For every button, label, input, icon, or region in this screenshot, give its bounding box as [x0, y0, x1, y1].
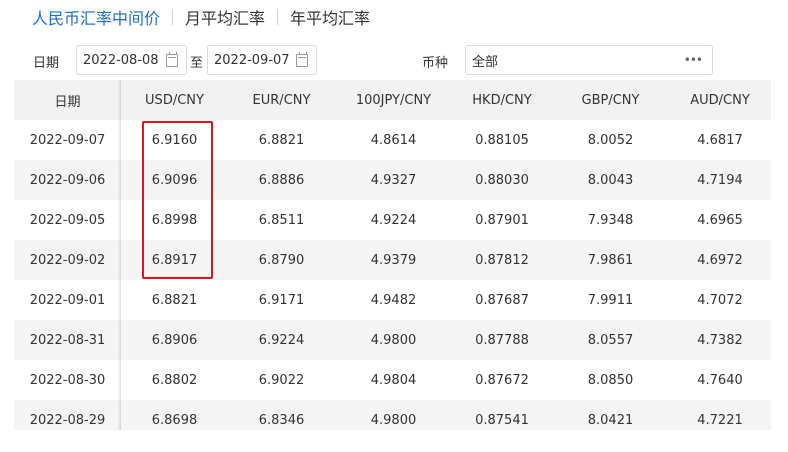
cell-usd: 6.8917 — [121, 240, 228, 280]
currency-label: 币种 — [422, 56, 449, 71]
header-hkd: HKD/CNY — [452, 80, 552, 120]
cell-hkd: 0.87812 — [452, 240, 552, 280]
tab-yearly-average[interactable]: 年平均汇率 — [290, 5, 370, 29]
cell-hkd: 0.87672 — [452, 360, 552, 400]
cell-jpy: 4.9327 — [335, 160, 452, 200]
table-header-row: 日期 USD/CNY EUR/CNY 100JPY/CNY HKD/CNY GB… — [14, 80, 771, 120]
cell-date: 2022-08-29 — [14, 400, 121, 430]
cell-usd: 6.8821 — [121, 280, 228, 320]
header-gbp: GBP/CNY — [552, 80, 669, 120]
cell-hkd: 0.87788 — [452, 320, 552, 360]
cell-gbp: 8.0421 — [552, 400, 669, 430]
cell-gbp: 7.9861 — [552, 240, 669, 280]
cell-usd: 6.8906 — [121, 320, 228, 360]
cell-gbp: 7.9348 — [552, 200, 669, 240]
cell-usd: 6.9096 — [121, 160, 228, 200]
end-date-input[interactable]: 2022-09-07 — [207, 45, 317, 75]
cell-jpy: 4.9224 — [335, 200, 452, 240]
filter-bar: 日期 2022-08-08 至 2022-09-07 币种 全部 ••• — [0, 44, 788, 76]
cell-usd: 6.9160 — [121, 120, 228, 160]
date-label: 日期 — [33, 56, 60, 71]
cell-eur: 6.9171 — [228, 280, 335, 320]
tab-central-parity[interactable]: 人民币汇率中间价 — [32, 5, 160, 29]
cell-eur: 6.8346 — [228, 400, 335, 430]
table-row: 2022-09-02 6.8917 6.8790 4.9379 0.87812 7.986… — [14, 240, 771, 280]
calendar-icon[interactable] — [166, 51, 178, 67]
cell-eur: 6.8511 — [228, 200, 335, 240]
header-aud: AUD/CNY — [669, 80, 771, 120]
start-date-input[interactable]: 2022-08-08 — [76, 45, 187, 75]
table-row: 2022-09-07 6.9160 6.8821 4.8614 0.88105 8.005… — [14, 120, 771, 160]
table-row: 2022-09-06 6.9096 6.8886 4.9327 0.88030 8.004… — [14, 160, 771, 200]
cell-hkd: 0.87541 — [452, 400, 552, 430]
cell-date: 2022-08-31 — [14, 320, 121, 360]
header-eur: EUR/CNY — [228, 80, 335, 120]
cell-eur: 6.8790 — [228, 240, 335, 280]
header-jpy: 100JPY/CNY — [335, 80, 452, 120]
rates-table-container[interactable]: 日期 USD/CNY EUR/CNY 100JPY/CNY HKD/CNY GB… — [14, 80, 771, 430]
cell-gbp: 7.9911 — [552, 280, 669, 320]
calendar-icon[interactable] — [296, 51, 308, 67]
cell-hkd: 0.87901 — [452, 200, 552, 240]
cell-aud: 4.7221 — [669, 400, 771, 430]
tab-monthly-average[interactable]: 月平均汇率 — [185, 5, 265, 29]
cell-gbp: 8.0850 — [552, 360, 669, 400]
to-label: 至 — [190, 56, 204, 71]
cell-hkd: 0.88030 — [452, 160, 552, 200]
cell-aud: 4.7382 — [669, 320, 771, 360]
cell-jpy: 4.9800 — [335, 400, 452, 430]
currency-select[interactable]: 全部 ••• — [465, 45, 713, 75]
table-row: 2022-08-31 6.8906 6.9224 4.9800 0.87788 8.055… — [14, 320, 771, 360]
cell-gbp: 8.0043 — [552, 160, 669, 200]
cell-date: 2022-09-07 — [14, 120, 121, 160]
header-usd: USD/CNY — [121, 80, 228, 120]
cell-gbp: 8.0052 — [552, 120, 669, 160]
more-dots-icon[interactable]: ••• — [684, 53, 703, 67]
cell-jpy: 4.9804 — [335, 360, 452, 400]
cell-jpy: 4.9379 — [335, 240, 452, 280]
table-row: 2022-09-05 6.8998 6.8511 4.9224 0.87901 7.934… — [14, 200, 771, 240]
cell-usd: 6.8802 — [121, 360, 228, 400]
cell-gbp: 8.0557 — [552, 320, 669, 360]
cell-aud: 4.6965 — [669, 200, 771, 240]
cell-date: 2022-09-05 — [14, 200, 121, 240]
cell-eur: 6.9224 — [228, 320, 335, 360]
cell-aud: 4.6817 — [669, 120, 771, 160]
cell-date: 2022-08-30 — [14, 360, 121, 400]
cell-date: 2022-09-02 — [14, 240, 121, 280]
cell-aud: 4.6972 — [669, 240, 771, 280]
start-date-value: 2022-08-08 — [83, 52, 159, 68]
cell-usd: 6.8698 — [121, 400, 228, 430]
cell-hkd: 0.88105 — [452, 120, 552, 160]
cell-aud: 4.7072 — [669, 280, 771, 320]
rate-type-tabs: 人民币汇率中间价 月平均汇率 年平均汇率 — [32, 0, 370, 34]
rates-table: 日期 USD/CNY EUR/CNY 100JPY/CNY HKD/CNY GB… — [14, 80, 771, 430]
tab-divider — [172, 9, 174, 25]
cell-jpy: 4.9482 — [335, 280, 452, 320]
table-row: 2022-08-29 6.8698 6.8346 4.9800 0.87541 8.042… — [14, 400, 771, 430]
table-row: 2022-09-01 6.8821 6.9171 4.9482 0.87687 7.991… — [14, 280, 771, 320]
table-row: 2022-08-30 6.8802 6.9022 4.9804 0.87672 8.085… — [14, 360, 771, 400]
cell-date: 2022-09-01 — [14, 280, 121, 320]
tab-divider — [277, 9, 279, 25]
cell-date: 2022-09-06 — [14, 160, 121, 200]
currency-value: 全部 — [472, 54, 499, 70]
cell-eur: 6.8886 — [228, 160, 335, 200]
cell-aud: 4.7194 — [669, 160, 771, 200]
cell-jpy: 4.9800 — [335, 320, 452, 360]
cell-jpy: 4.8614 — [335, 120, 452, 160]
cell-eur: 6.9022 — [228, 360, 335, 400]
cell-usd: 6.8998 — [121, 200, 228, 240]
header-date: 日期 — [14, 80, 121, 120]
cell-hkd: 0.87687 — [452, 280, 552, 320]
end-date-value: 2022-09-07 — [214, 52, 290, 68]
cell-eur: 6.8821 — [228, 120, 335, 160]
cell-aud: 4.7640 — [669, 360, 771, 400]
